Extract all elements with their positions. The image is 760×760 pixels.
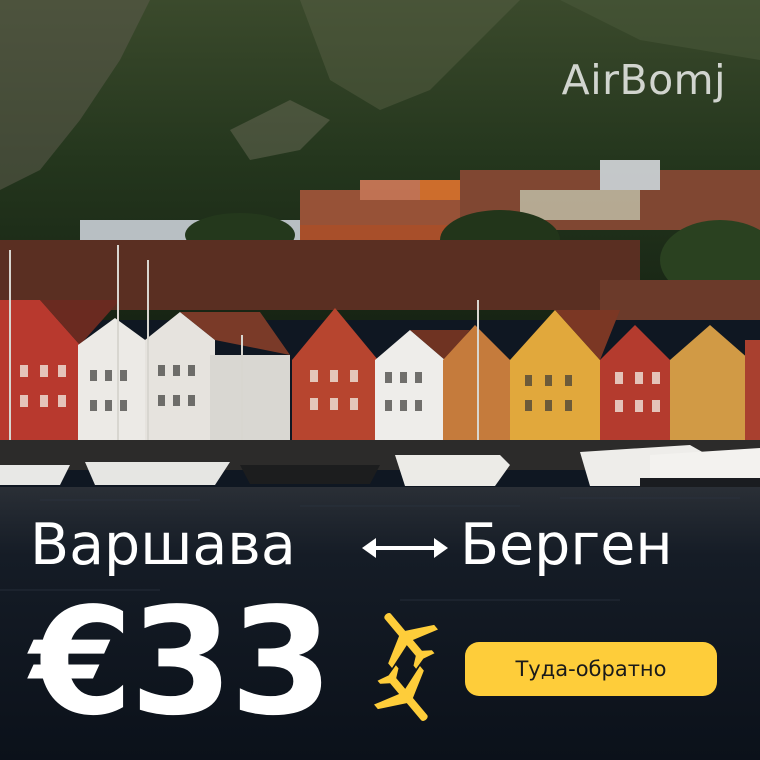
route-headline: Варшава Берген [30, 512, 730, 582]
ad-banner: AirBomj Варшава Берген €33 Туда-обратно [0, 0, 760, 760]
double-arrow-icon [362, 538, 448, 558]
airplane-icon [374, 613, 438, 721]
price: €33 [30, 576, 333, 748]
destination-city: Берген [460, 512, 673, 578]
origin-city: Варшава [30, 512, 296, 578]
brand-logo: AirBomj [561, 56, 726, 104]
round-trip-badge: Туда-обратно [465, 642, 717, 696]
